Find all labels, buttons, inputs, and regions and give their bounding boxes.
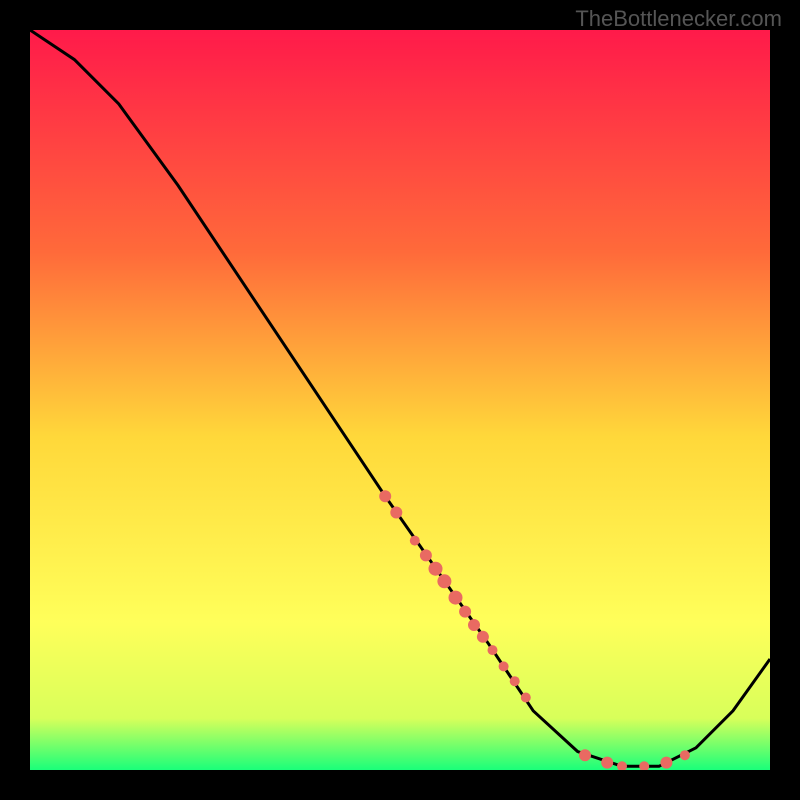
data-marker [601,757,613,769]
data-marker [437,574,451,588]
data-marker [660,757,672,769]
data-marker [499,661,509,671]
data-marker [521,693,531,703]
gradient-background [30,30,770,770]
data-marker [379,490,391,502]
data-marker [390,507,402,519]
data-marker [420,549,432,561]
watermark-text: TheBottlenecker.com [575,6,782,32]
data-marker [680,750,690,760]
data-marker [429,562,443,576]
data-marker [510,676,520,686]
data-marker [468,619,480,631]
data-marker [488,645,498,655]
data-marker [477,631,489,643]
data-marker [410,536,420,546]
chart-svg [30,30,770,770]
chart-plot-area [30,30,770,770]
data-marker [459,606,471,618]
data-marker [579,749,591,761]
data-marker [449,591,463,605]
